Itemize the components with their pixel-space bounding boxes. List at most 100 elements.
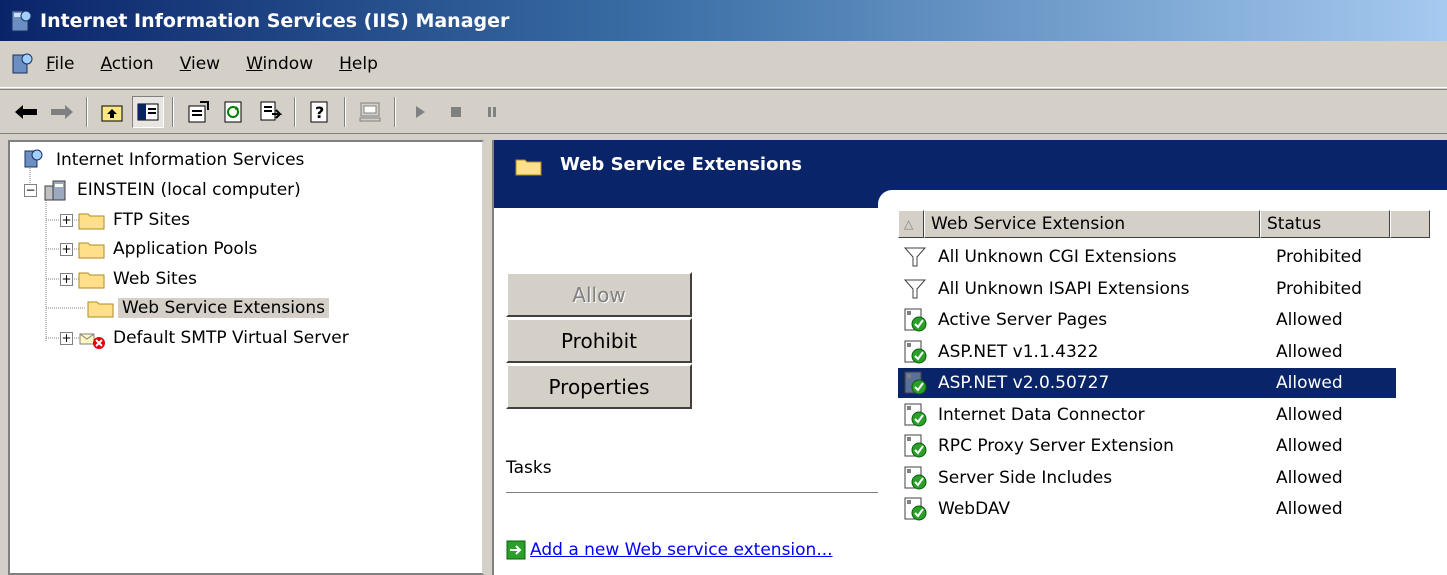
menu-action[interactable]: Action [100,54,153,74]
title-bar: Internet Information Services (IIS) Mana… [0,0,1447,41]
extension-name: All Unknown CGI Extensions [938,247,1177,267]
tree-label: Web Sites [113,269,197,289]
toolbar: ? [0,89,1447,134]
list-header: △ Web Service Extension Status [898,210,1430,238]
up-level-icon[interactable] [96,96,128,128]
help-icon[interactable]: ? [304,96,336,128]
extension-status: Allowed [1276,373,1343,393]
extension-status: Allowed [1276,310,1343,330]
tree-item-web-service-extensions[interactable]: Web Service Extensions [86,294,330,322]
iis-app-icon [11,10,32,31]
menu-file[interactable]: File [46,54,74,74]
tree-item-ftp-sites[interactable]: + FTP Sites [60,206,194,234]
forward-icon[interactable] [46,96,78,128]
properties-icon[interactable] [182,96,214,128]
expand-icon[interactable]: + [60,242,73,256]
menu-help[interactable]: Help [339,54,378,74]
extension-allowed-icon [904,371,927,395]
tree-label: EINSTEIN (local computer) [77,180,301,200]
computer-icon [354,96,386,128]
extension-name: Internet Data Connector [938,404,1145,425]
console-tree[interactable]: Internet Information Services − EINSTEIN… [8,140,484,575]
toolbar-separator [344,96,346,127]
extension-allowed-icon [904,497,927,521]
allow-button[interactable]: Allow [506,272,692,317]
extension-allowed-icon [904,434,927,458]
extension-name: RPC Proxy Server Extension [938,436,1174,456]
list-item[interactable]: ASP.NET v2.0.50727 Allowed [898,368,1396,398]
list-item[interactable]: RPC Proxy Server Extension Allowed [898,431,1398,461]
back-icon[interactable] [10,96,42,128]
extension-allowed-icon [904,403,927,426]
tree-item-smtp-server[interactable]: + Default SMTP Virtual Server [60,324,353,352]
system-menu-icon[interactable] [8,50,36,78]
filter-icon [903,247,927,267]
panel-title: Web Service Extensions [560,154,802,175]
details-pane: Web Service Extensions Allow Prohibit Pr… [492,140,1447,575]
tasks-divider [506,492,878,494]
list-item[interactable]: All Unknown ISAPI Extensions Prohibited [898,274,1398,304]
toolbar-separator [294,96,296,127]
show-hide-tree-icon[interactable] [132,95,164,128]
toolbar-separator [394,96,396,127]
extension-list[interactable]: △ Web Service Extension Status All Unkno… [886,208,1447,575]
expand-icon[interactable]: + [60,272,73,286]
filter-icon [903,279,927,298]
extension-status: Prohibited [1276,278,1362,299]
list-item[interactable]: WebDAV Allowed [898,494,1398,524]
list-item[interactable]: Server Side Includes Allowed [898,463,1398,493]
menu-window[interactable]: Window [246,54,313,74]
tree-item-iis-root[interactable]: Internet Information Services [20,146,308,174]
extension-status: Allowed [1276,436,1343,456]
list-item[interactable]: Internet Data Connector Allowed [898,400,1398,430]
folder-icon [78,272,105,289]
toolbar-separator [86,96,88,127]
tree-item-web-sites[interactable]: + Web Sites [60,265,201,293]
extension-status: Allowed [1276,404,1343,425]
extension-name: ASP.NET v1.1.4322 [938,341,1099,362]
svg-text:?: ? [315,103,324,122]
collapse-icon[interactable]: − [24,183,37,197]
extension-status: Allowed [1276,467,1343,488]
extension-name: Server Side Includes [938,467,1113,488]
smtp-stopped-icon [79,333,105,349]
extension-allowed-icon [904,340,927,363]
extension-status: Allowed [1276,341,1343,362]
window-title: Internet Information Services (IIS) Mana… [40,9,510,32]
sort-column-header[interactable]: △ [898,210,924,238]
sort-indicator-icon: △ [904,217,914,231]
column-header-name[interactable]: Web Service Extension [924,210,1260,238]
list-item[interactable]: Active Server Pages Allowed [898,305,1398,335]
toolbar-separator [172,96,174,127]
tree-label: Internet Information Services [56,150,305,170]
list-item[interactable]: ASP.NET v1.1.4322 Allowed [898,337,1398,367]
add-extension-task[interactable]: Add a new Web service extension... [506,540,833,560]
extension-allowed-icon [904,308,927,332]
menu-view[interactable]: View [180,54,220,74]
extension-status: Prohibited [1276,247,1362,267]
expand-icon[interactable]: + [60,331,73,345]
extension-name: Active Server Pages [938,310,1108,330]
tree-item-server[interactable]: − EINSTEIN (local computer) [24,176,305,204]
server-icon [44,180,66,201]
tree-label: Default SMTP Virtual Server [113,328,349,348]
column-header-status[interactable]: Status [1260,210,1390,238]
tree-label: Web Service Extensions [118,298,330,318]
extension-allowed-icon [904,466,927,489]
extension-name: All Unknown ISAPI Extensions [938,278,1190,299]
add-extension-link[interactable]: Add a new Web service extension... [530,540,833,560]
tree-label: FTP Sites [113,210,191,230]
folder-icon [78,213,105,230]
list-item[interactable]: All Unknown CGI Extensions Prohibited [898,242,1398,272]
prohibit-button[interactable]: Prohibit [506,318,692,363]
tasks-label: Tasks [506,458,552,478]
extension-name: WebDAV [938,499,1011,519]
tree-label: Application Pools [113,239,258,259]
properties-button[interactable]: Properties [506,364,692,409]
export-list-icon[interactable] [254,96,286,128]
expand-icon[interactable]: + [60,213,73,227]
tree-item-application-pools[interactable]: + Application Pools [60,235,261,263]
menu-bar: File Action View Window Help [0,41,1447,88]
refresh-icon[interactable] [218,96,250,128]
stop-icon [440,96,472,128]
